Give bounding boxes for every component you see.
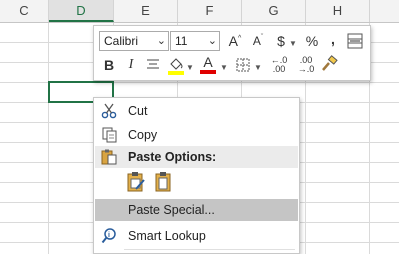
font-color-button[interactable]: A [200,55,216,75]
table-icon [347,33,363,49]
font-size-value: 11 [175,34,188,48]
column-header-d[interactable]: D [49,0,114,22]
font-color-label: A [203,54,213,70]
font-name-combo[interactable]: Calibri ⌄ [99,31,169,51]
menu-item-label: Copy [128,128,158,142]
format-table-button[interactable] [346,33,364,53]
menu-item-label: Smart Lookup [128,229,206,243]
font-name-value: Calibri [104,34,139,48]
column-header-e[interactable]: E [114,0,178,22]
menu-item-smart-lookup[interactable]: i Smart Lookup [95,225,298,247]
column-header-partial[interactable] [370,0,399,22]
menu-item-paste-special[interactable]: Paste Special... [95,199,298,221]
paste-formatting-button[interactable] [126,171,146,193]
format-painter-icon [322,55,338,71]
mini-toolbar: Calibri ⌄ 11 ⌄ A^ Aˇ $ ▼ % , B I ▼ A ▼ ▼… [93,25,371,81]
decrease-font-size-button[interactable]: Aˇ [250,32,266,52]
currency-button[interactable]: $ [274,32,288,52]
paste-options-header: Paste Options: [95,146,298,168]
borders-icon [236,58,250,72]
borders-button[interactable] [235,57,251,77]
decrease-decimal-button[interactable]: .00 →.0 [294,56,318,76]
menu-item-label: Cut [128,104,148,118]
column-header-c[interactable]: C [0,0,49,22]
decrease-font-label: A [252,34,261,48]
clipboard-icon [155,172,171,192]
menu-item-label: Paste Special... [128,203,215,217]
menu-item-label: Paste Options: [128,150,217,164]
chevron-down-icon[interactable]: ⌄ [157,32,166,50]
caret-down-icon: ˇ [260,34,264,41]
chevron-down-icon[interactable]: ▼ [220,63,228,72]
paste-button[interactable] [154,171,174,193]
caret-up-icon: ^ [238,35,242,42]
font-size-combo[interactable]: 11 ⌄ [170,31,220,51]
context-menu: Cut Copy Paste Options: Paste Special...… [93,97,300,254]
scissors-icon [101,103,117,119]
format-painter-button[interactable] [320,55,338,75]
bold-button[interactable]: B [102,56,116,76]
align-center-button[interactable] [145,57,161,77]
grid-line [48,23,49,254]
paste-options-group [124,170,184,196]
svg-text:i: i [108,232,110,239]
menu-separator [124,249,295,250]
menu-item-cut[interactable]: Cut [95,100,298,122]
column-header-row: C D E F G H [0,0,399,23]
smart-lookup-icon: i [101,228,116,244]
chevron-down-icon[interactable]: ▼ [186,63,194,72]
column-header-g[interactable]: G [242,0,306,22]
chevron-down-icon[interactable]: ⌄ [208,32,217,50]
chevron-down-icon[interactable]: ▼ [289,39,297,48]
increase-decimal-button[interactable]: ←.0 .00 [267,56,291,76]
align-center-icon [147,59,159,69]
font-color-swatch [200,70,216,74]
menu-item-copy[interactable]: Copy [95,124,298,146]
copy-icon [102,127,117,143]
column-header-f[interactable]: F [178,0,242,22]
paint-bucket-icon [168,58,184,75]
increase-font-label: A [228,33,239,49]
column-header-h[interactable]: H [306,0,370,22]
percent-button[interactable]: % [304,32,320,52]
increase-font-size-button[interactable]: A^ [227,32,243,52]
fill-color-button[interactable] [167,55,185,75]
paste-formatting-icon [127,172,145,192]
chevron-down-icon[interactable]: ▼ [254,63,262,72]
paste-icon [101,149,117,165]
italic-button[interactable]: I [124,56,138,76]
comma-style-button[interactable]: , [328,30,338,50]
